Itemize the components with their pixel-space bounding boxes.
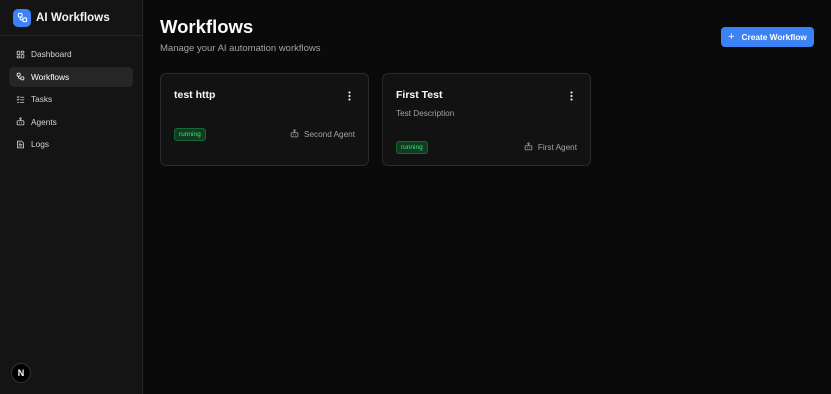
brand-header: AI Workflows bbox=[0, 0, 142, 36]
sidebar-nav: Dashboard Workflows Tasks Agents Logs bbox=[0, 36, 142, 154]
sidebar-item-tasks[interactable]: Tasks bbox=[9, 89, 133, 109]
status-badge: running bbox=[396, 141, 428, 154]
more-vertical-icon[interactable] bbox=[344, 91, 354, 101]
tasks-icon bbox=[15, 94, 25, 104]
app-root: AI Workflows Dashboard Workflows Tasks A… bbox=[0, 0, 831, 394]
sidebar-item-agents[interactable]: Agents bbox=[9, 112, 133, 132]
workflow-description: Test Description bbox=[396, 109, 455, 118]
plus-icon: + bbox=[728, 30, 735, 43]
sidebar-item-label: Logs bbox=[31, 139, 49, 149]
status-badge: running bbox=[174, 128, 206, 141]
sidebar-item-label: Workflows bbox=[31, 71, 70, 82]
sidebar-item-label: Dashboard bbox=[31, 49, 72, 59]
workflow-title: test http bbox=[174, 89, 216, 101]
brand-title: AI Workflows bbox=[36, 11, 110, 24]
page-subtitle: Manage your AI automation workflows bbox=[160, 43, 321, 54]
bot-icon bbox=[15, 117, 25, 127]
more-vertical-icon[interactable] bbox=[566, 91, 576, 101]
main-content: Workflows Manage your AI automation work… bbox=[143, 0, 831, 394]
workflow-logo-icon bbox=[13, 8, 31, 27]
create-workflow-button[interactable]: + Create Workflow bbox=[721, 27, 814, 47]
sidebar: AI Workflows Dashboard Workflows Tasks A… bbox=[0, 0, 143, 394]
create-workflow-label: Create Workflow bbox=[741, 32, 807, 42]
sidebar-item-logs[interactable]: Logs bbox=[9, 134, 133, 154]
sidebar-item-dashboard[interactable]: Dashboard bbox=[9, 44, 133, 64]
workflow-icon bbox=[15, 72, 25, 82]
page-title: Workflows bbox=[160, 16, 254, 37]
bot-icon bbox=[290, 129, 299, 140]
bot-icon bbox=[524, 142, 533, 153]
logs-icon bbox=[15, 139, 25, 149]
dashboard-icon bbox=[15, 49, 25, 59]
workflow-title: First Test bbox=[396, 89, 443, 101]
agent-name: Second Agent bbox=[304, 130, 355, 139]
sidebar-item-label: Tasks bbox=[31, 94, 53, 104]
sidebar-item-label: Agents bbox=[31, 116, 57, 127]
workflow-agent: First Agent bbox=[524, 142, 577, 153]
workflow-agent: Second Agent bbox=[290, 129, 355, 140]
nextjs-badge[interactable]: N bbox=[11, 363, 31, 383]
agent-name: First Agent bbox=[537, 143, 577, 152]
workflow-card[interactable]: First Test Test Description running Firs… bbox=[382, 73, 591, 166]
sidebar-item-workflows[interactable]: Workflows bbox=[9, 66, 133, 87]
workflow-card[interactable]: test http running Second Agent bbox=[160, 73, 369, 166]
